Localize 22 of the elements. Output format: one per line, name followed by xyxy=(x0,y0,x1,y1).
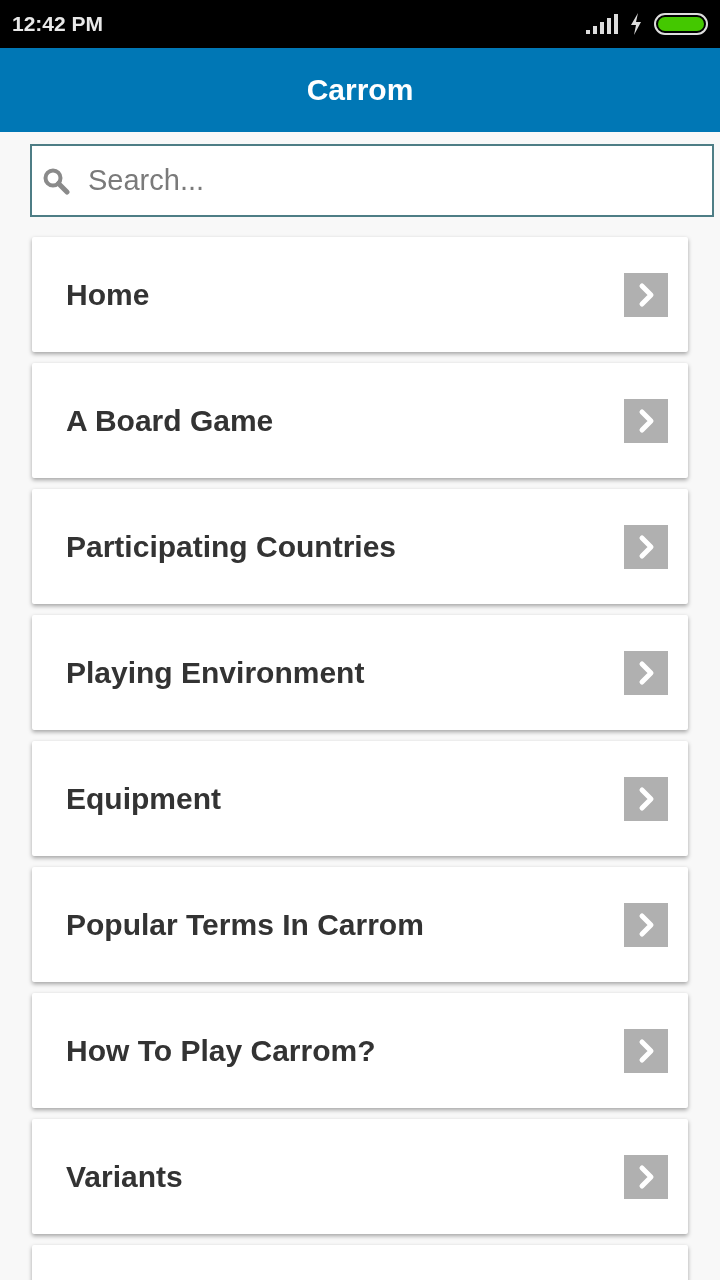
chevron-right-icon xyxy=(624,902,668,947)
menu-item[interactable]: Home xyxy=(32,237,688,352)
battery-icon xyxy=(654,13,708,35)
menu-item[interactable]: Playing Environment xyxy=(32,615,688,730)
chevron-right-icon xyxy=(624,272,668,317)
menu-item[interactable]: Popular Terms In Carrom xyxy=(32,867,688,982)
status-time: 12:42 PM xyxy=(12,12,104,36)
menu-item[interactable]: Equipment xyxy=(32,741,688,856)
chevron-right-icon xyxy=(624,1154,668,1199)
menu-item[interactable]: Variants xyxy=(32,1119,688,1234)
chevron-right-icon xyxy=(624,524,668,569)
signal-icon xyxy=(586,14,618,34)
search-icon xyxy=(42,167,70,195)
app-title: Carrom xyxy=(306,73,414,107)
menu-item[interactable]: A Board Game xyxy=(32,363,688,478)
chevron-right-icon xyxy=(624,398,668,443)
search-field[interactable]: Search... xyxy=(30,144,714,217)
chevron-right-icon xyxy=(624,776,668,821)
chevron-right-icon xyxy=(624,650,668,695)
menu-item[interactable]: How To Play Carrom? xyxy=(32,993,688,1108)
menu-item[interactable]: Participating Countries xyxy=(32,489,688,604)
chevron-right-icon xyxy=(624,1028,668,1073)
